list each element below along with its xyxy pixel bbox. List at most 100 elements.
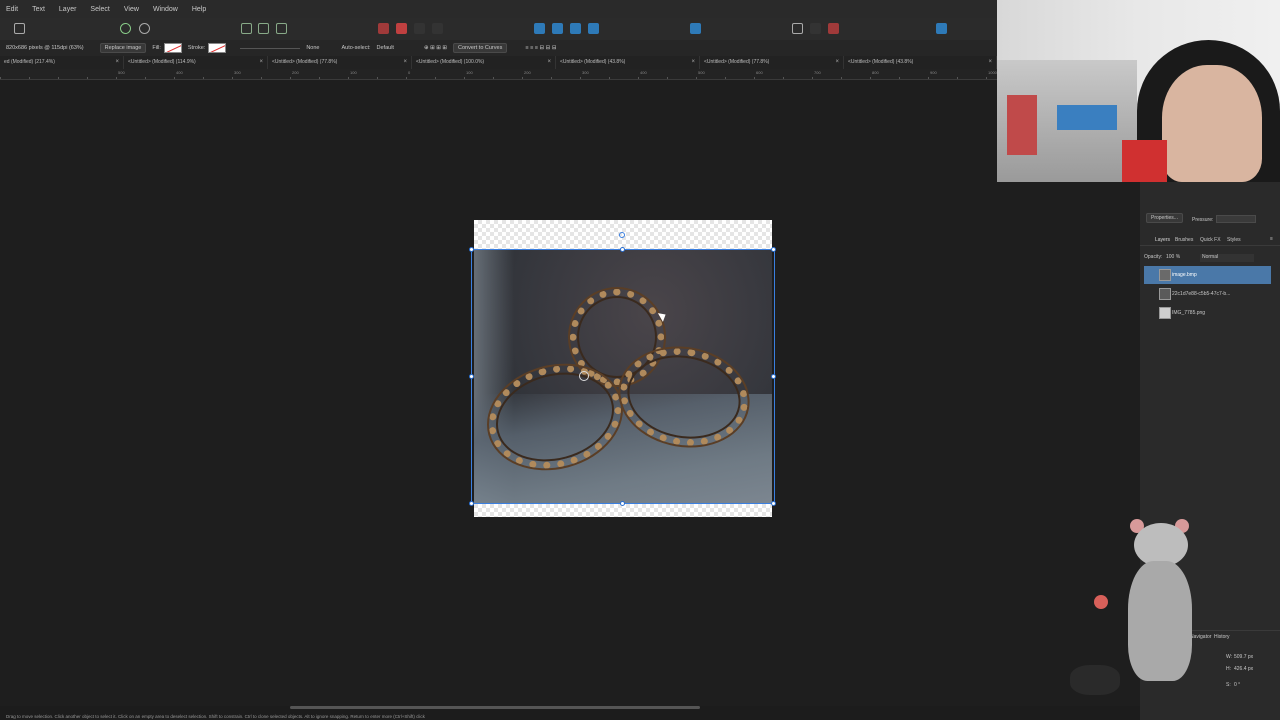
tab-history[interactable]: History	[1214, 634, 1230, 640]
tab-layers[interactable]: Layers	[1155, 237, 1170, 243]
tab-brushes[interactable]: Brushes	[1175, 237, 1193, 243]
tab-label: <Untitled> (Modified) (43.8%)	[848, 59, 914, 65]
crop-icon[interactable]	[792, 23, 803, 34]
layer-name: IMG_7785.png	[1172, 310, 1206, 316]
ruler-tick-label: 900	[930, 70, 937, 75]
menu-help[interactable]: Help	[192, 6, 206, 13]
studio-icon[interactable]	[936, 23, 947, 34]
menu-text[interactable]: Text	[32, 6, 45, 13]
persona-icon[interactable]	[14, 23, 25, 34]
toolbar	[0, 18, 997, 40]
assistant-icon[interactable]	[810, 23, 821, 34]
convert-to-curves-button[interactable]: Convert to Curves	[453, 43, 508, 53]
resize-handle[interactable]	[469, 247, 474, 252]
tab-quick-fx[interactable]: Quick FX	[1200, 237, 1221, 243]
ruler-tick-label: 0	[408, 70, 411, 75]
color-picker-icon[interactable]	[828, 23, 839, 34]
boolean-xor-icon[interactable]	[432, 23, 443, 34]
anchor-point[interactable]	[579, 371, 589, 381]
boolean-intersect-icon[interactable]	[414, 23, 425, 34]
boolean-add-icon[interactable]	[378, 23, 389, 34]
menu-view[interactable]: View	[124, 6, 139, 13]
h-label: H:	[1226, 666, 1231, 672]
close-icon[interactable]: ×	[547, 56, 551, 69]
tab-1[interactable]: <Untitled> (Modified) (114.9%) ×	[124, 56, 268, 69]
close-icon[interactable]: ×	[988, 56, 992, 69]
menu-select[interactable]: Select	[90, 6, 109, 13]
stroke-width-slider[interactable]	[240, 47, 301, 49]
gear-icon[interactable]	[139, 23, 150, 34]
snap-icon[interactable]	[241, 23, 252, 34]
close-icon[interactable]: ×	[835, 56, 839, 69]
settings-icon[interactable]	[120, 23, 131, 34]
tab-2[interactable]: <Untitled> (Modified) (77.8%) ×	[268, 56, 412, 69]
rotate-left-icon[interactable]	[552, 23, 563, 34]
tab-styles[interactable]: Styles	[1227, 237, 1241, 243]
resize-handle[interactable]	[620, 247, 625, 252]
layer-name: image.bmp	[1172, 272, 1197, 278]
layer-row[interactable]: IMG_7785.png	[1144, 304, 1271, 322]
transform-icons[interactable]: ⊕ ⊞ ⊞ ⊞	[424, 45, 447, 51]
resize-handle[interactable]	[771, 374, 776, 379]
ruler-tick-label: 800	[872, 70, 879, 75]
arrange-icon[interactable]	[588, 23, 599, 34]
close-icon[interactable]: ×	[403, 56, 407, 69]
resize-handle[interactable]	[469, 374, 474, 379]
grid-icon[interactable]	[258, 23, 269, 34]
tab-5[interactable]: <Untitled> (Modified) (77.8%) ×	[700, 56, 844, 69]
boolean-subtract-icon[interactable]	[396, 23, 407, 34]
ruler-tick-label: 1000	[988, 70, 997, 75]
auto-select-label: Auto-select:	[341, 45, 371, 51]
close-icon[interactable]: ×	[691, 56, 695, 69]
h-value[interactable]: 426.4 px	[1234, 666, 1253, 672]
close-icon[interactable]: ×	[115, 56, 119, 69]
mascot-body	[1128, 561, 1192, 681]
ruler-tick-label: 400	[176, 70, 183, 75]
tab-0[interactable]: ed (Modified) (217.4%) ×	[0, 56, 124, 69]
menu-layer[interactable]: Layer	[59, 6, 77, 13]
s-label: S:	[1226, 682, 1231, 688]
status-text: Drag to move selection. Click another ob…	[6, 714, 425, 719]
close-icon[interactable]: ×	[259, 56, 263, 69]
tab-label: <Untitled> (Modified) (100.0%)	[416, 59, 485, 65]
menu-edit[interactable]: Edit	[6, 6, 18, 13]
replace-image-button[interactable]: Replace image	[99, 43, 147, 53]
menu-window[interactable]: Window	[153, 6, 178, 13]
align-icon[interactable]	[690, 23, 701, 34]
resize-handle[interactable]	[771, 247, 776, 252]
horizontal-ruler[interactable]: 500 400 300 200 100 0 100 200 300 400 500 600 700 800…	[0, 69, 1229, 80]
ruler-tick-label: 400	[640, 70, 647, 75]
resize-handle[interactable]	[771, 501, 776, 506]
tab-3[interactable]: <Untitled> (Modified) (100.0%) ×	[412, 56, 556, 69]
rotate-right-icon[interactable]	[570, 23, 581, 34]
layer-row[interactable]: 22c1d7e88-c5b5-47c7-b...	[1144, 285, 1271, 303]
properties-button[interactable]: Properties...	[1146, 213, 1183, 223]
layer-name: 22c1d7e88-c5b5-47c7-b...	[1172, 291, 1231, 297]
w-value[interactable]: 509.7 px	[1234, 654, 1253, 660]
ruler-tick-label: 300	[582, 70, 589, 75]
resize-handle[interactable]	[620, 501, 625, 506]
opacity-value[interactable]: 100 %	[1166, 254, 1180, 260]
layer-thumbnail	[1159, 288, 1171, 300]
flip-icon[interactable]	[534, 23, 545, 34]
fill-swatch[interactable]	[163, 43, 182, 53]
opacity-label: Opacity:	[1144, 254, 1163, 260]
guides-icon[interactable]	[276, 23, 287, 34]
auto-select-dropdown[interactable]: Default	[377, 45, 394, 51]
tab-6[interactable]: <Untitled> (Modified) (43.8%) ×	[844, 56, 997, 69]
layer-row-selected[interactable]: image.bmp	[1144, 266, 1271, 284]
resize-handle[interactable]	[469, 501, 474, 506]
selection-box[interactable]	[471, 249, 775, 504]
s-value[interactable]: 0 °	[1234, 682, 1240, 688]
stroke-swatch[interactable]	[208, 43, 227, 53]
pressure-field[interactable]	[1216, 215, 1256, 223]
ruler-tick-label: 200	[292, 70, 299, 75]
ruler-tick-label: 600	[756, 70, 763, 75]
align-icons[interactable]: ≡ ≡ ≡ ⊟ ⊟ ⊟	[525, 45, 556, 51]
tab-4[interactable]: <Untitled> (Modified) (43.8%) ×	[556, 56, 700, 69]
rotate-handle[interactable]	[619, 232, 625, 238]
menu-icon[interactable]: ≡	[1270, 236, 1273, 242]
tab-label: <Untitled> (Modified) (77.8%)	[272, 59, 338, 65]
blend-mode-dropdown[interactable]: Normal	[1200, 254, 1254, 262]
horizontal-scrollbar[interactable]	[290, 706, 700, 709]
